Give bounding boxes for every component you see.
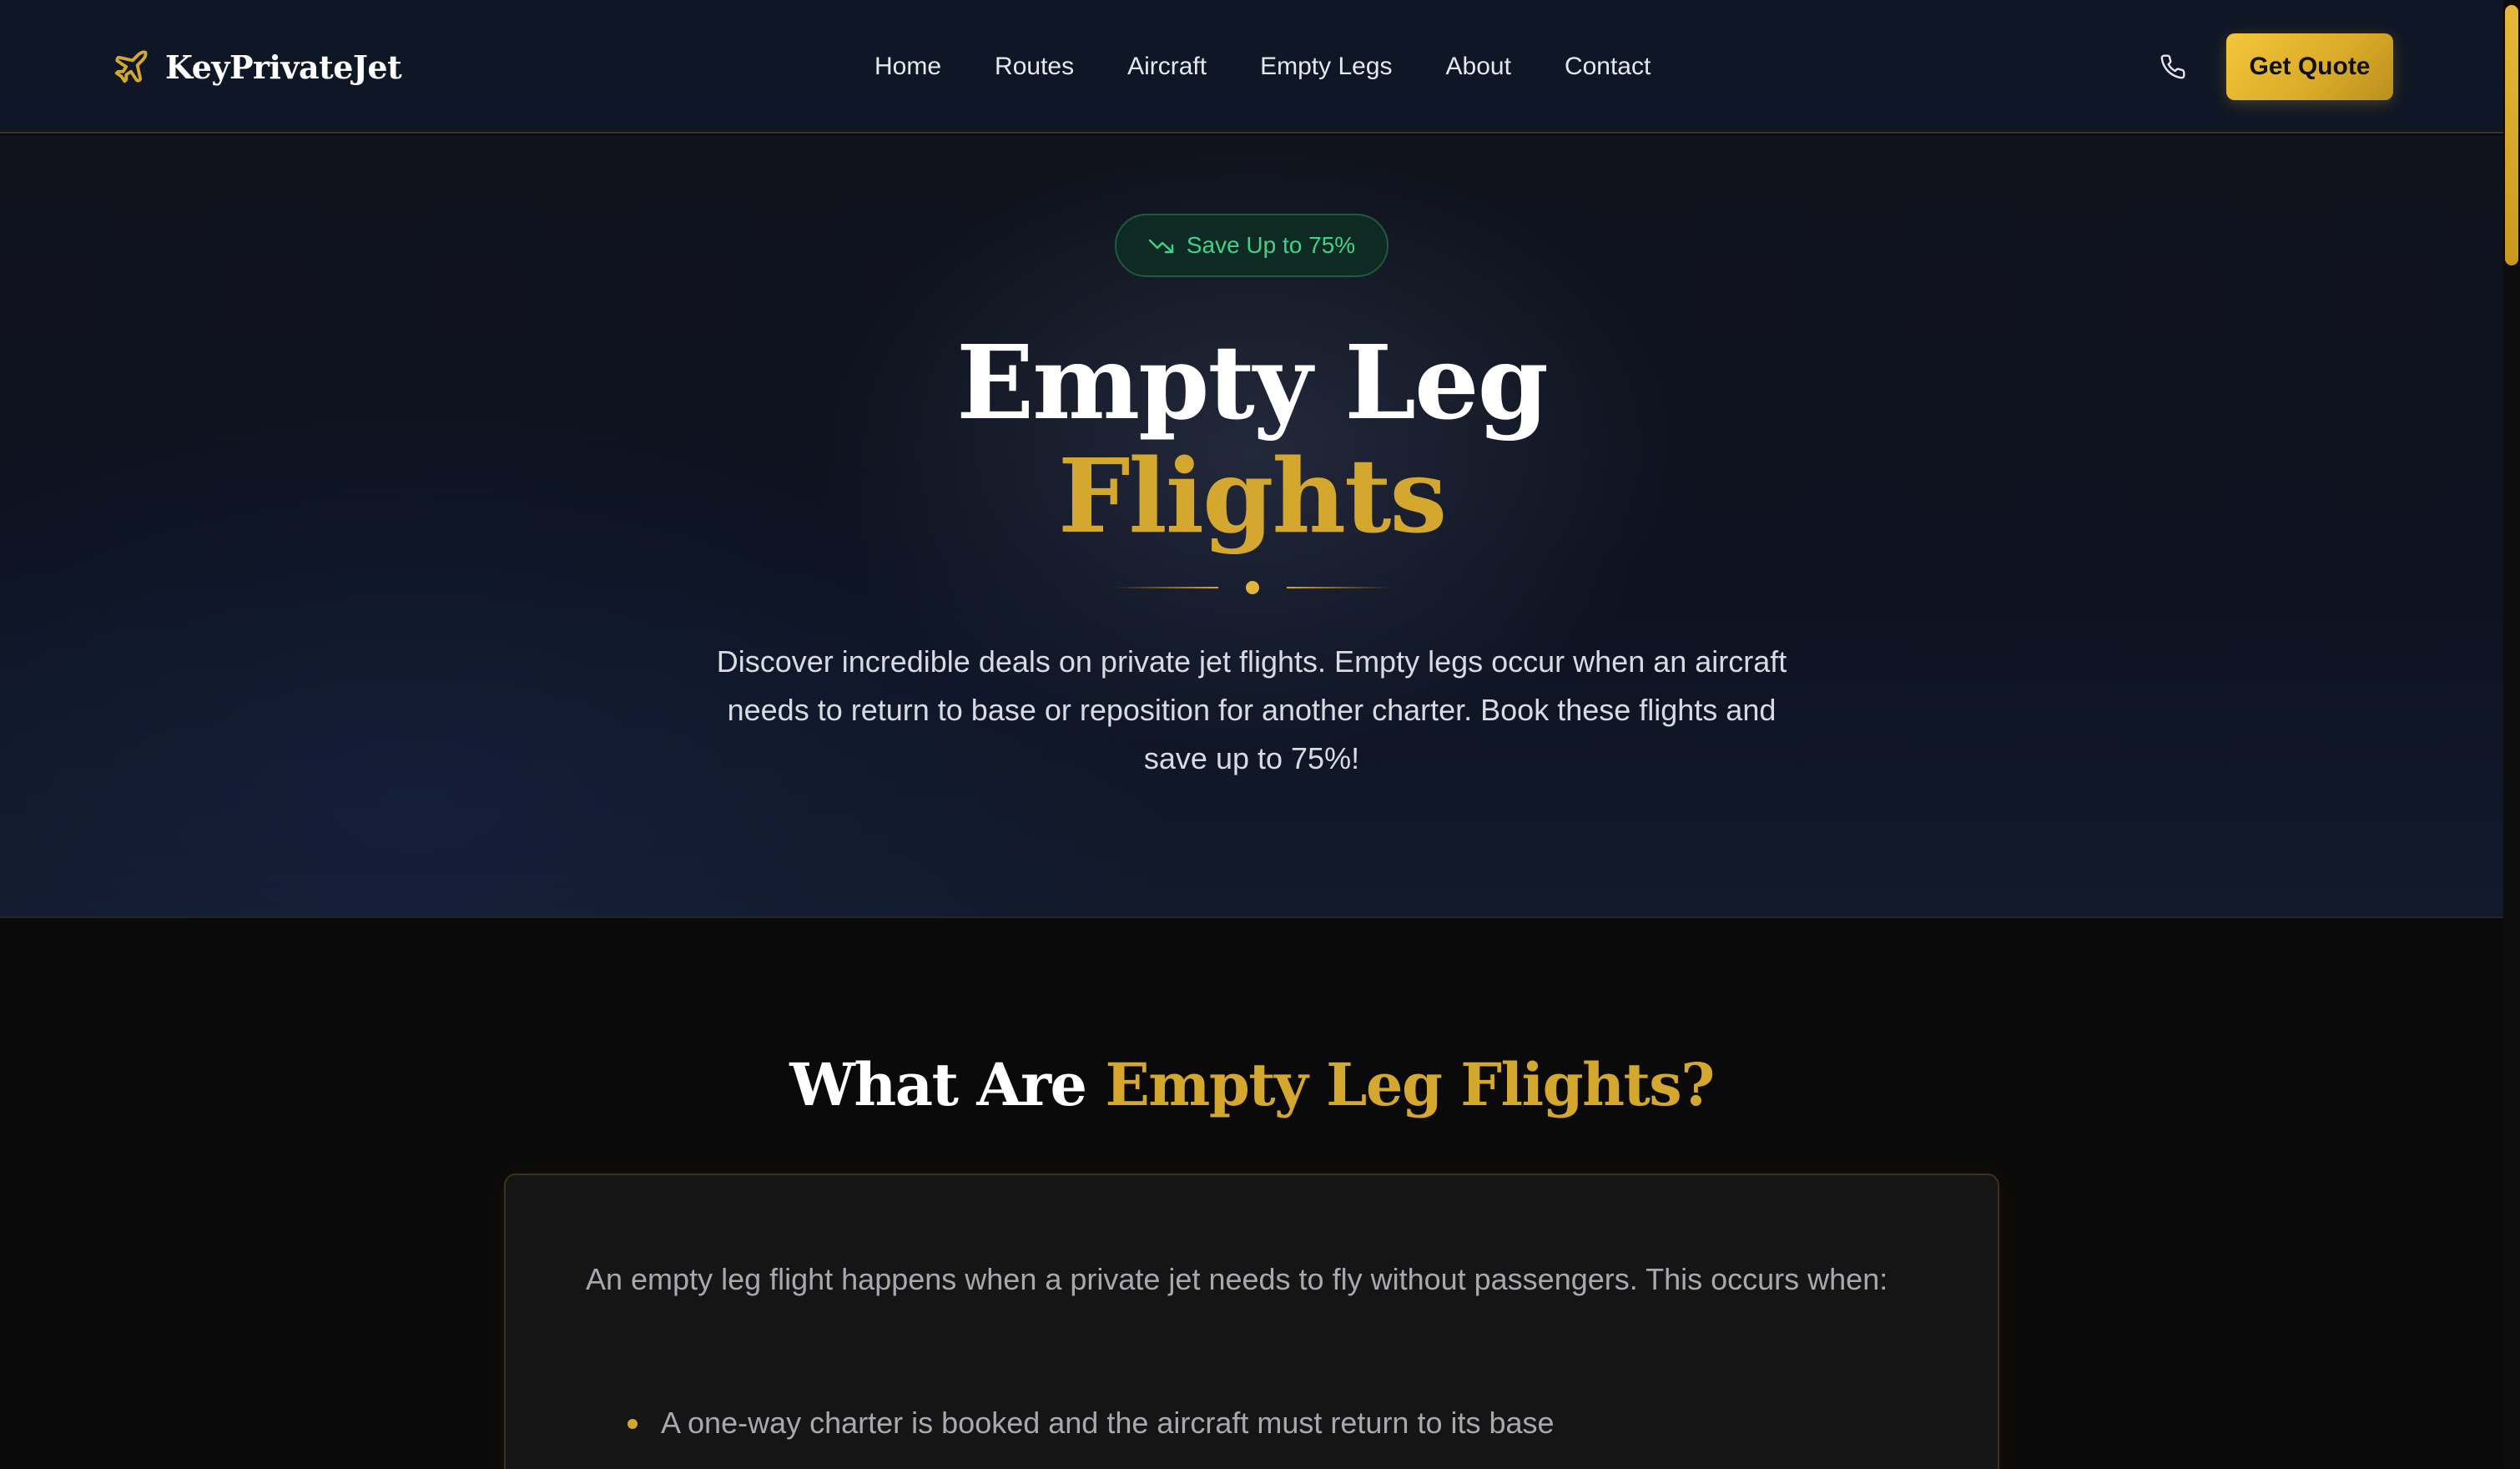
top-navigation: KeyPrivateJet Home Routes Aircraft Empty… (0, 0, 2503, 134)
hero-title-line1: Empty Leg (956, 322, 1549, 442)
phone-icon (2160, 54, 2185, 79)
trending-down-icon (1148, 239, 1174, 254)
divider-line-right (1287, 587, 1390, 588)
nav-link-routes[interactable]: Routes (995, 47, 1074, 87)
brand-logo[interactable]: KeyPrivateJet (112, 45, 402, 88)
section-title: What Are Empty Leg Flights? (0, 1043, 2503, 1127)
savings-badge: Save Up to 75% (1115, 214, 1389, 277)
badge-label: Save Up to 75% (1186, 232, 1356, 258)
bullet-dot (627, 1419, 638, 1429)
nav-links: Home Routes Aircraft Empty Legs About Co… (874, 47, 1704, 87)
hero-title: Empty Leg Flights (0, 326, 2503, 553)
nav-link-aircraft[interactable]: Aircraft (1127, 47, 1207, 87)
nav-link-home[interactable]: Home (874, 47, 941, 87)
divider-line-left (1115, 587, 1218, 588)
phone-button[interactable] (2153, 47, 2193, 87)
plane-icon (114, 50, 148, 83)
info-card: An empty leg flight happens when a priva… (504, 1174, 1999, 1469)
brand-name: KeyPrivateJet (165, 48, 402, 86)
list-item: A one-way charter is booked and the airc… (627, 1399, 1929, 1447)
hero-section: Save Up to 75% Empty Leg Flights Discove… (0, 135, 2503, 918)
nav-link-empty-legs[interactable]: Empty Legs (1260, 47, 1392, 87)
reasons-list: A one-way charter is booked and the airc… (627, 1399, 1929, 1447)
scrollbar-thumb[interactable] (2505, 5, 2518, 265)
section-title-accent: Empty Leg Flights? (1105, 1050, 1715, 1119)
list-item-text: A one-way charter is booked and the airc… (661, 1406, 1555, 1440)
section-title-plain: What Are (789, 1050, 1106, 1119)
hero-title-line2: Flights (1057, 436, 1447, 556)
ornament-divider (1115, 579, 1390, 596)
page: KeyPrivateJet Home Routes Aircraft Empty… (0, 0, 2520, 1469)
divider-dot (1246, 581, 1259, 594)
card-intro: An empty leg flight happens when a priva… (586, 1262, 1888, 1296)
get-quote-button[interactable]: Get Quote (2226, 33, 2393, 100)
nav-link-contact[interactable]: Contact (1565, 47, 1651, 87)
hero-description: Discover incredible deals on private jet… (716, 644, 1787, 775)
nav-link-about[interactable]: About (1446, 47, 1511, 87)
